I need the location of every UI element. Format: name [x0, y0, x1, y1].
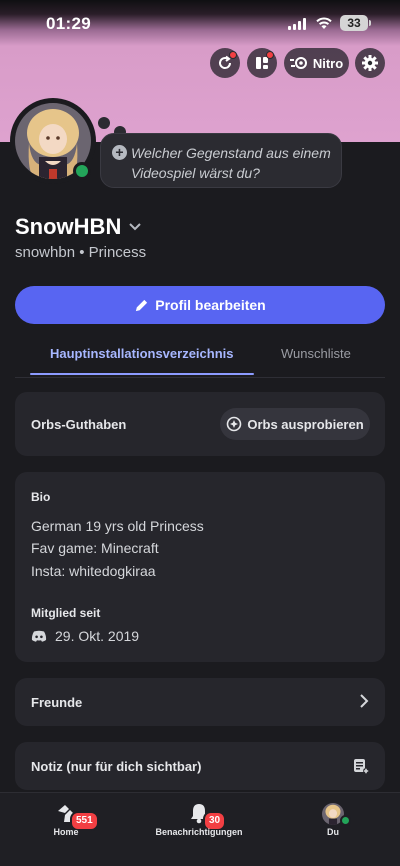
nitro-label: Nitro — [312, 55, 344, 71]
bubble-tail — [98, 117, 110, 129]
bio-heading: Bio — [31, 490, 51, 504]
tab-wishlist[interactable]: Wunschliste — [281, 346, 351, 361]
custom-status-bubble[interactable]: + Welcher Gegenstand aus einem Videospie… — [100, 133, 342, 188]
note-row[interactable]: Notiz (nur für dich sichtbar) — [15, 742, 385, 790]
status-time: 01:29 — [46, 14, 91, 33]
notification-dot — [266, 51, 274, 59]
friends-label: Freunde — [31, 695, 83, 710]
chevron-down-icon — [129, 223, 142, 231]
bio-card: Bio German 19 yrs old Princess Fav game:… — [15, 472, 385, 662]
edit-profile-button[interactable]: Profil bearbeiten — [15, 286, 385, 324]
online-status-icon — [340, 815, 351, 826]
status-prompt: Welcher Gegenstand aus einem Videospiel … — [131, 145, 331, 181]
orbs-shop-button[interactable] — [210, 48, 240, 78]
bio-line: Insta: whitedogkiraa — [31, 563, 156, 579]
bottom-navigation: 551 Home 30 Benachrichtigungen Du — [0, 792, 400, 866]
profile-tabs: Hauptinstallationsverzeichnis Wunschlist… — [15, 338, 385, 378]
nav-you-label: Du — [327, 827, 339, 837]
edit-profile-label: Profil bearbeiten — [155, 297, 266, 313]
member-since-row: 29. Okt. 2019 — [31, 628, 139, 644]
notification-dot — [229, 51, 237, 59]
gear-icon — [362, 55, 378, 71]
nitro-button[interactable]: Nitro — [284, 48, 349, 78]
battery-icon: 33 — [340, 15, 368, 31]
username-handle: snowhbn • Princess — [15, 244, 147, 261]
nitro-icon — [289, 57, 307, 69]
try-orbs-button[interactable]: Orbs ausprobieren — [220, 408, 370, 440]
bio-line: German 19 yrs old Princess — [31, 518, 204, 534]
display-name: SnowHBN — [15, 214, 122, 239]
wifi-icon — [316, 17, 332, 29]
online-status-icon — [73, 162, 91, 180]
display-name-row[interactable]: SnowHBN — [15, 214, 142, 240]
orbs-balance-card: Orbs-Guthaben Orbs ausprobieren — [15, 392, 385, 456]
nav-home-label: Home — [53, 827, 79, 837]
pencil-icon — [136, 299, 148, 311]
bio-line: Fav game: Minecraft — [31, 540, 159, 556]
try-orbs-label: Orbs ausprobieren — [247, 416, 364, 432]
note-label: Notiz (nur für dich sichtbar) — [31, 759, 202, 774]
plus-icon: + — [112, 145, 127, 160]
settings-button[interactable] — [355, 48, 385, 78]
member-since-label: Mitglied seit — [31, 606, 101, 620]
cellular-signal-icon — [288, 18, 308, 30]
discord-icon — [31, 630, 47, 642]
shop-button[interactable] — [247, 48, 277, 78]
status-bar: 01:29 33 — [0, 14, 400, 36]
tab-main-install[interactable]: Hauptinstallationsverzeichnis — [50, 346, 234, 361]
active-tab-indicator — [30, 373, 254, 375]
battery-tip — [369, 20, 371, 26]
add-note-icon — [354, 759, 369, 774]
nav-notifications-label: Benachrichtigungen — [155, 827, 243, 837]
member-since-date: 29. Okt. 2019 — [55, 628, 140, 644]
chevron-right-icon — [360, 694, 369, 708]
orb-icon — [227, 416, 242, 432]
orbs-title: Orbs-Guthaben — [31, 417, 127, 432]
friends-row[interactable]: Freunde — [15, 678, 385, 726]
